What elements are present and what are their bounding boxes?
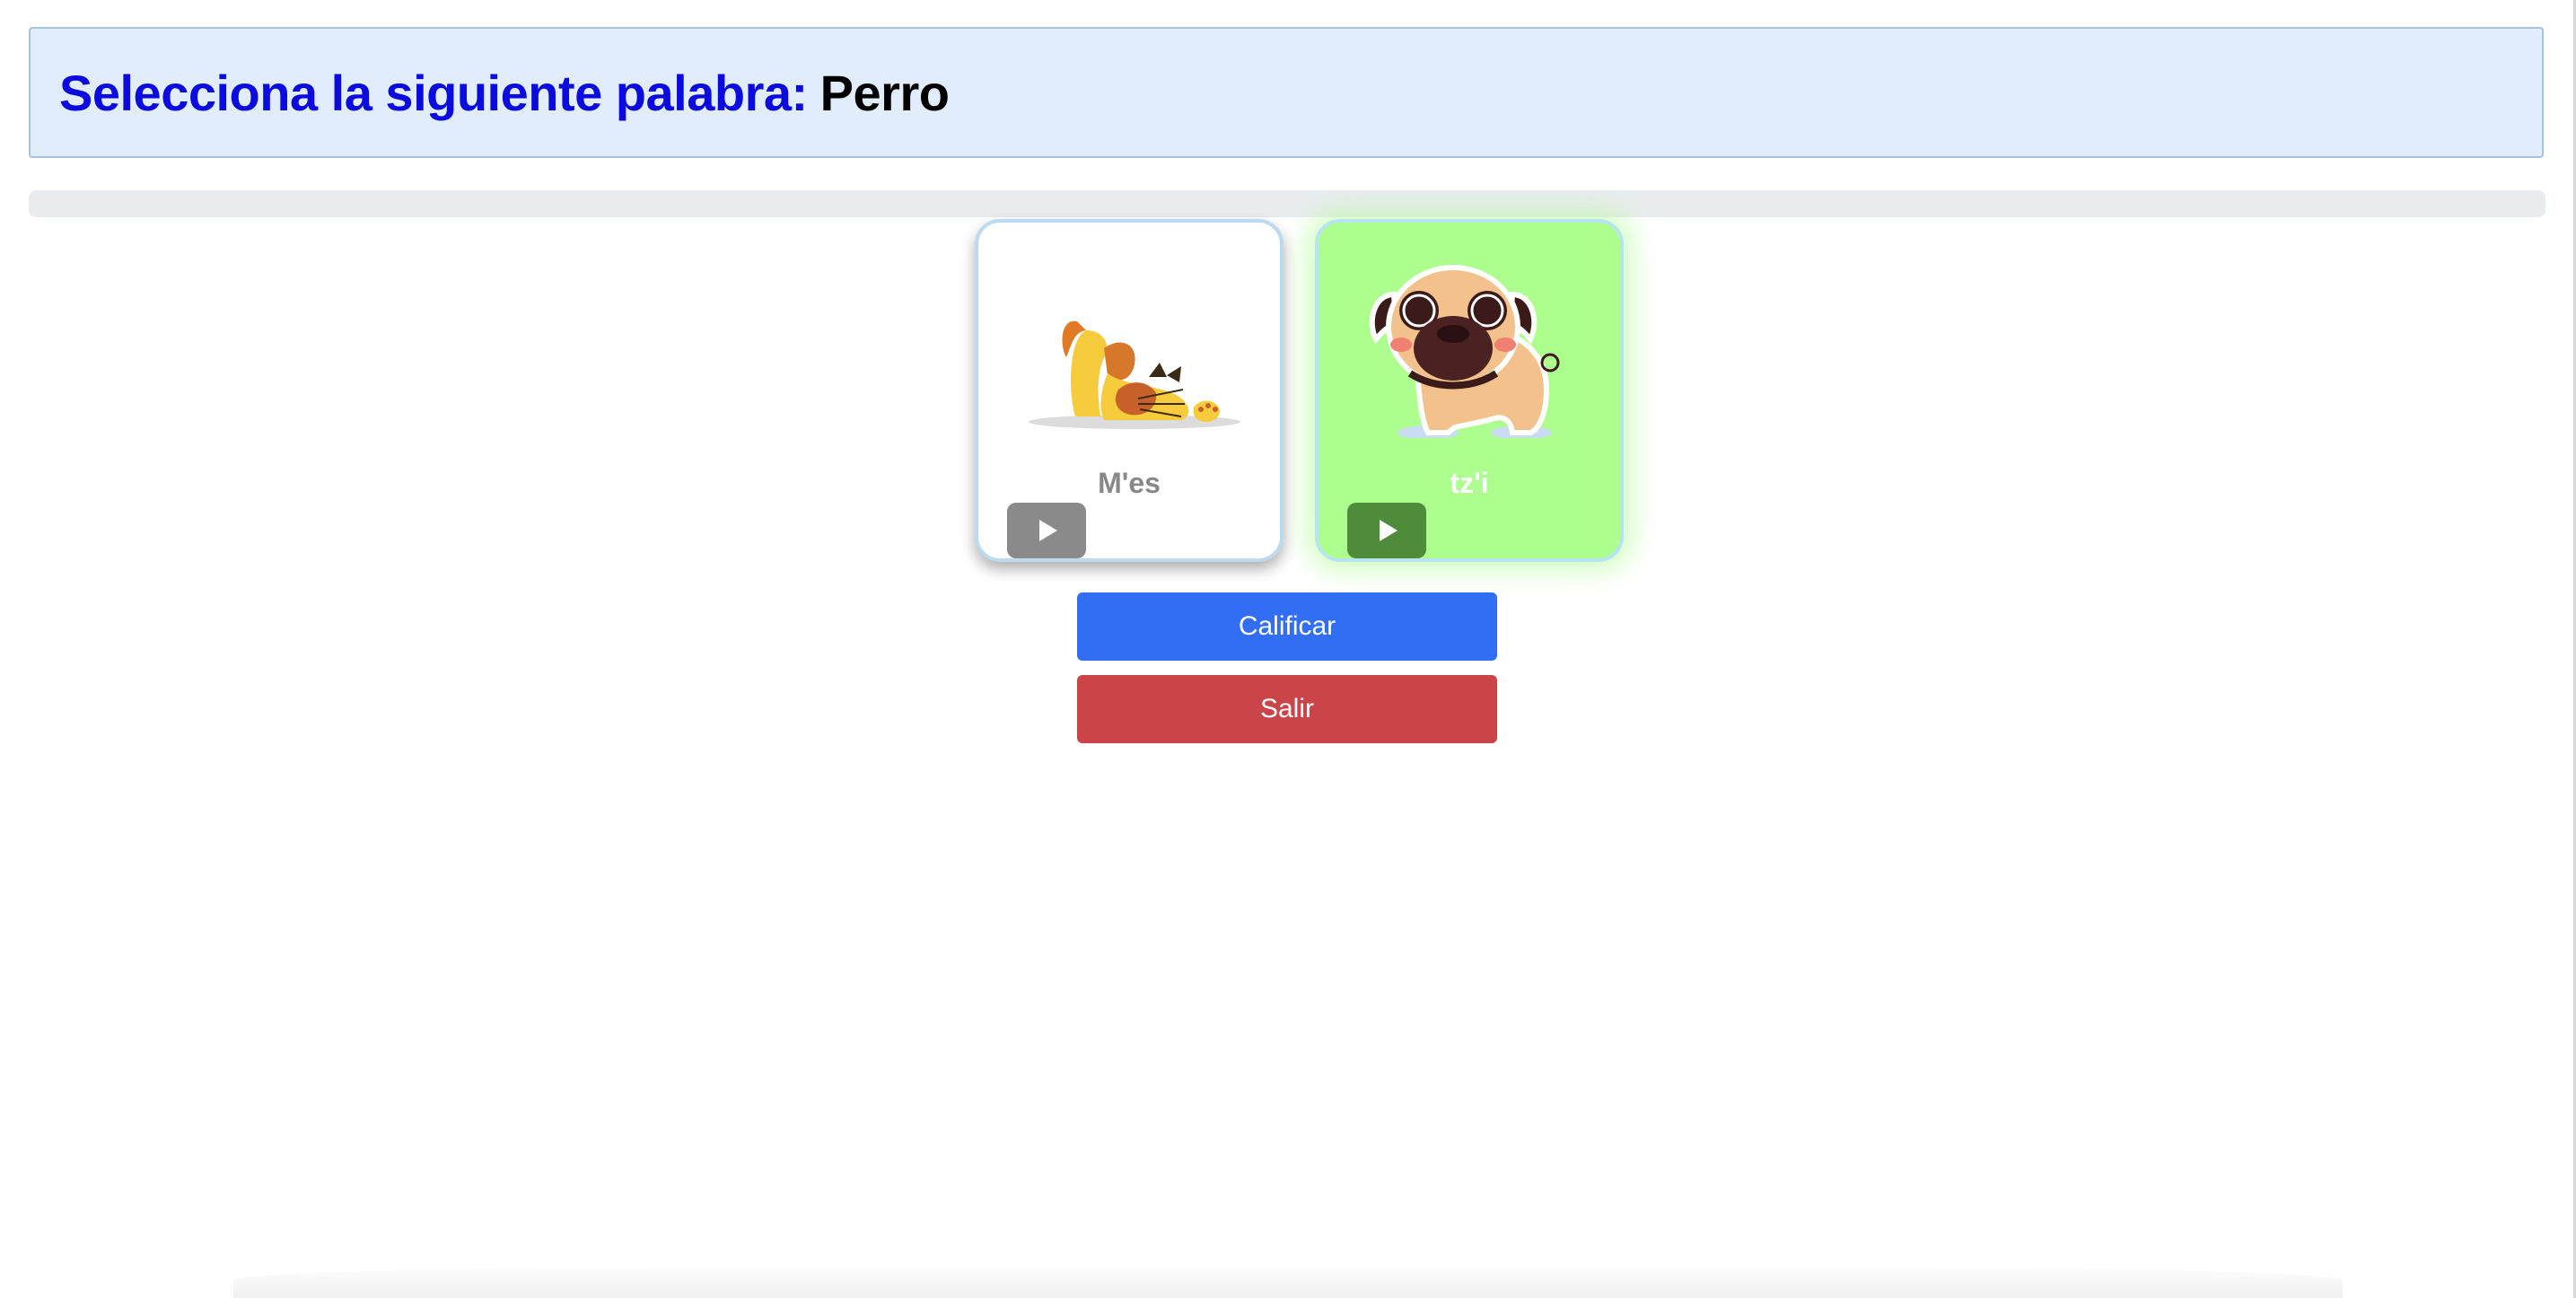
cat-illustration [1029, 320, 1240, 429]
option-card-cat[interactable]: M'es [975, 219, 1284, 562]
instruction-prompt: Selecciona la siguiente palabra: [59, 64, 808, 121]
dog-illustration [1369, 265, 1560, 438]
play-audio-button-dog[interactable] [1347, 503, 1426, 558]
play-icon [1380, 520, 1398, 541]
page: Selecciona la siguiente palabra: Perro M'… [0, 0, 2576, 1298]
progress-bar [29, 190, 2545, 217]
play-audio-button-cat[interactable] [1007, 503, 1086, 558]
exit-button[interactable]: Salir [1077, 675, 1497, 743]
card-label-cat: M'es [1098, 467, 1161, 499]
target-word: Perro [819, 64, 950, 121]
instruction-title: Selecciona la siguiente palabra: Perro [59, 64, 950, 122]
instruction-banner: Selecciona la siguiente palabra: Perro [29, 27, 2544, 158]
bottom-shadow [233, 1262, 2343, 1298]
play-icon [1039, 520, 1057, 541]
grade-button[interactable]: Calificar [1077, 592, 1497, 661]
card-label-dog: tz'i [1450, 467, 1489, 499]
option-card-dog[interactable]: tz'i [1315, 219, 1624, 562]
